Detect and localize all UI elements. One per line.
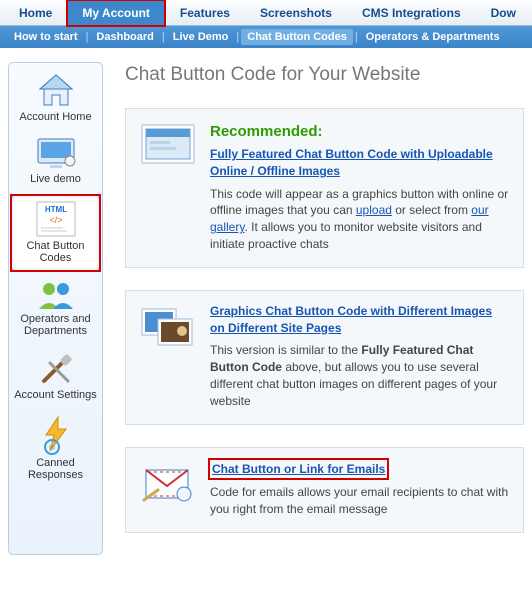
sidebar-item-label: Account Home [19,111,91,123]
sidebar: Account Home Live demo HTML</> Chat Butt… [8,62,103,555]
subnav-operators-departments[interactable]: Operators & Departments [360,31,506,43]
link-upload[interactable]: upload [356,203,392,217]
subnav-chat-button-codes[interactable]: Chat Button Codes [241,29,353,45]
thumb-window-icon [140,121,196,253]
top-nav: Home My Account Features Screenshots CMS… [0,0,532,26]
tab-home[interactable]: Home [4,0,67,25]
link-email-chat[interactable]: Chat Button or Link for Emails [212,462,385,476]
monitor-icon [13,137,98,171]
sidebar-item-canned-responses[interactable]: ✉ Canned Responses [11,411,100,487]
svg-text:</>: </> [49,215,62,225]
recommended-label: Recommended: [210,121,509,142]
tab-downloads-cut[interactable]: Dow [476,0,531,25]
link-graphics-multi[interactable]: Graphics Chat Button Code with Different… [210,304,492,335]
sidebar-item-label: Canned Responses [28,457,83,481]
tab-screenshots[interactable]: Screenshots [245,0,347,25]
tab-my-account[interactable]: My Account [67,0,165,25]
html-code-icon: HTML</> [14,200,97,238]
page-title: Chat Button Code for Your Website [125,64,524,86]
card-desc: This version is similar to the Fully Fea… [210,342,509,409]
card-recommended: Recommended: Fully Featured Chat Button … [125,108,524,268]
sidebar-item-operators-departments[interactable]: Operators and Departments [11,275,100,343]
sidebar-item-label: Account Settings [14,389,97,401]
sidebar-item-label: Chat Button Codes [26,240,84,264]
main-content: Chat Button Code for Your Website Recomm… [103,62,524,555]
lightning-icon: ✉ [13,415,98,455]
card-desc: Code for emails allows your email recipi… [210,484,509,518]
sidebar-item-chat-button-codes[interactable]: HTML</> Chat Button Codes [11,195,100,271]
tools-icon [13,351,98,387]
svg-text:✉: ✉ [49,445,55,452]
sidebar-item-account-settings[interactable]: Account Settings [11,347,100,407]
card-graphics-multi: Graphics Chat Button Code with Different… [125,290,524,425]
home-icon [13,73,98,109]
thumb-images-icon [140,303,196,410]
sidebar-item-label: Operators and Departments [20,313,90,337]
subnav-how-to-start[interactable]: How to start [8,31,84,43]
tab-cms-integrations[interactable]: CMS Integrations [347,0,476,25]
link-fully-featured[interactable]: Fully Featured Chat Button Code with Upl… [210,147,493,178]
sidebar-item-live-demo[interactable]: Live demo [11,133,100,191]
sub-nav: How to start | Dashboard | Live Demo | C… [0,26,532,48]
sidebar-item-account-home[interactable]: Account Home [11,69,100,129]
people-icon [13,279,98,311]
card-email-link: Chat Button or Link for Emails Code for … [125,447,524,533]
subnav-dashboard[interactable]: Dashboard [90,31,159,43]
tab-features[interactable]: Features [165,0,245,25]
svg-text:HTML: HTML [44,205,66,214]
subnav-live-demo[interactable]: Live Demo [167,31,235,43]
card-desc: This code will appear as a graphics butt… [210,186,509,253]
thumb-email-icon [140,460,196,518]
sidebar-item-label: Live demo [30,173,81,185]
